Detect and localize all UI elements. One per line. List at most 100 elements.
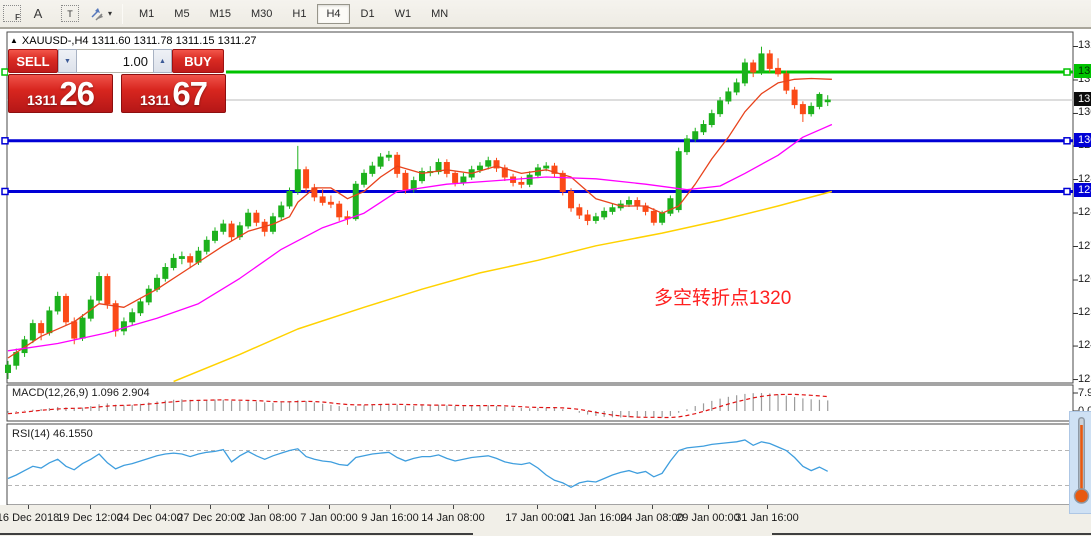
candle-body — [791, 89, 798, 106]
candle-body — [568, 190, 575, 209]
candle-body — [725, 91, 732, 102]
candle-body — [592, 216, 599, 221]
candle-body — [584, 214, 591, 221]
chevron-down-icon: ▾ — [108, 9, 113, 18]
candle-body — [377, 156, 384, 167]
timeframe-button-h1[interactable]: H1 — [283, 4, 315, 24]
candle-body — [220, 223, 227, 232]
time-tick-label: 17 Jan 00:00 — [505, 512, 569, 524]
buy-button[interactable]: BUY — [172, 49, 224, 73]
timeframe-button-mn[interactable]: MN — [422, 4, 457, 24]
candle-body — [112, 303, 119, 332]
sell-pips: 26 — [59, 75, 95, 112]
time-tick-mark — [329, 505, 330, 509]
text-label-glyph: T — [67, 8, 73, 19]
buy-price-display[interactable]: 1311 67 — [121, 74, 226, 113]
time-tick-mark — [537, 505, 538, 509]
candle-body — [129, 312, 136, 323]
candle-body — [178, 256, 185, 259]
frame-tool-icon[interactable]: F — [3, 5, 21, 22]
candle-body — [717, 100, 724, 115]
arrow-text-label: A — [33, 6, 43, 21]
buy-big-figure: 1311 — [139, 92, 171, 108]
chart-text-annotation[interactable]: 多空转折点1320 — [654, 283, 791, 310]
timeframe-button-w1[interactable]: W1 — [386, 4, 421, 24]
candle-body — [46, 310, 53, 334]
hline-handle[interactable] — [1063, 187, 1071, 196]
time-tick-label: 14 Jan 08:00 — [421, 512, 485, 524]
candle-body — [286, 190, 293, 207]
hline-handle[interactable] — [1, 137, 9, 145]
macd-indicator-label: MACD(12,26,9) 1.096 2.904 — [12, 387, 150, 399]
collapse-triangle-icon[interactable]: ▲ — [10, 36, 18, 45]
time-tick-label: 24 Dec 04:00 — [117, 512, 183, 524]
candle-body — [96, 276, 103, 301]
arrows-tool-icon[interactable]: ▾ — [89, 7, 112, 21]
rsi-pane-border[interactable] — [6, 423, 1074, 506]
time-tick-label: 24 Jan 08:00 — [620, 512, 684, 524]
text-label-tool-icon[interactable]: T — [61, 5, 79, 22]
candle-body — [766, 53, 773, 69]
candle-body — [460, 176, 467, 183]
candle-body — [104, 276, 111, 305]
candle-body — [799, 104, 806, 115]
time-tick-label: 16 Dec 2018 — [0, 512, 60, 524]
volume-increase-button[interactable]: ▲ — [153, 49, 172, 73]
candle-body — [775, 67, 782, 75]
hline-handle[interactable] — [1, 187, 9, 196]
time-tick-mark — [28, 505, 29, 509]
candle-body — [319, 196, 326, 203]
timeframe-button-m1[interactable]: M1 — [130, 4, 163, 24]
sell-big-figure: 1311 — [26, 92, 58, 108]
candle-body — [476, 165, 483, 171]
timeframe-button-d1[interactable]: D1 — [352, 4, 384, 24]
candle-body — [361, 172, 368, 185]
time-tick-mark — [652, 505, 653, 509]
candle-body — [327, 201, 334, 205]
candle-body — [692, 131, 699, 140]
thermometer-widget — [1069, 411, 1091, 514]
candle-body — [245, 212, 252, 227]
time-tick-mark — [595, 505, 596, 509]
candle-body — [120, 321, 127, 332]
candle-body — [816, 93, 823, 107]
time-tick-label: 19 Dec 12:00 — [57, 512, 123, 524]
timeframe-button-m15[interactable]: M15 — [201, 4, 240, 24]
scrollbar-track-left — [0, 533, 473, 535]
time-axis[interactable]: 16 Dec 2018 19 Dec 12:00 24 Dec 04:00 27 De… — [0, 505, 1091, 536]
candle-body — [683, 138, 690, 153]
macd-pane-border[interactable] — [6, 384, 1074, 422]
candle-body — [741, 62, 748, 84]
candle-body — [145, 288, 152, 303]
chart-symbol-header: ▲ XAUUSD-,H4 1311.60 1311.78 1311.15 1311… — [10, 35, 257, 47]
candle-body — [559, 172, 566, 192]
time-tick-mark — [708, 505, 709, 509]
buy-pips: 67 — [172, 75, 208, 112]
time-tick-label: 21 Jan 16:00 — [563, 512, 627, 524]
timeframe-button-h4[interactable]: H4 — [317, 3, 350, 24]
candle-body — [336, 203, 343, 218]
timeframe-button-m30[interactable]: M30 — [242, 4, 281, 24]
frame-tool-label: F — [15, 13, 20, 22]
volume-decrease-button[interactable]: ▼ — [58, 49, 77, 73]
timeframe-button-m5[interactable]: M5 — [165, 4, 198, 24]
candle-body — [443, 162, 450, 174]
sell-button[interactable]: SELL — [8, 49, 58, 73]
time-tick-mark — [390, 505, 391, 509]
time-tick-mark — [453, 505, 454, 509]
candle-body — [352, 183, 359, 220]
candle-body — [394, 154, 401, 174]
hline-handle[interactable] — [1063, 68, 1071, 76]
hline-handle[interactable] — [1063, 137, 1071, 145]
sell-price-display[interactable]: 1311 26 — [8, 74, 113, 113]
time-tick-label: 27 Dec 20:00 — [177, 512, 243, 524]
candle-body — [700, 124, 707, 133]
candle-body — [294, 169, 301, 192]
candle-body — [402, 172, 409, 191]
arrow-text-tool-icon[interactable]: A — [27, 5, 49, 23]
candle-body — [758, 53, 765, 73]
candle-body — [203, 239, 210, 252]
candle-body — [543, 165, 550, 169]
volume-input[interactable] — [77, 49, 153, 73]
rsi-indicator-label: RSI(14) 46.1550 — [12, 428, 93, 440]
